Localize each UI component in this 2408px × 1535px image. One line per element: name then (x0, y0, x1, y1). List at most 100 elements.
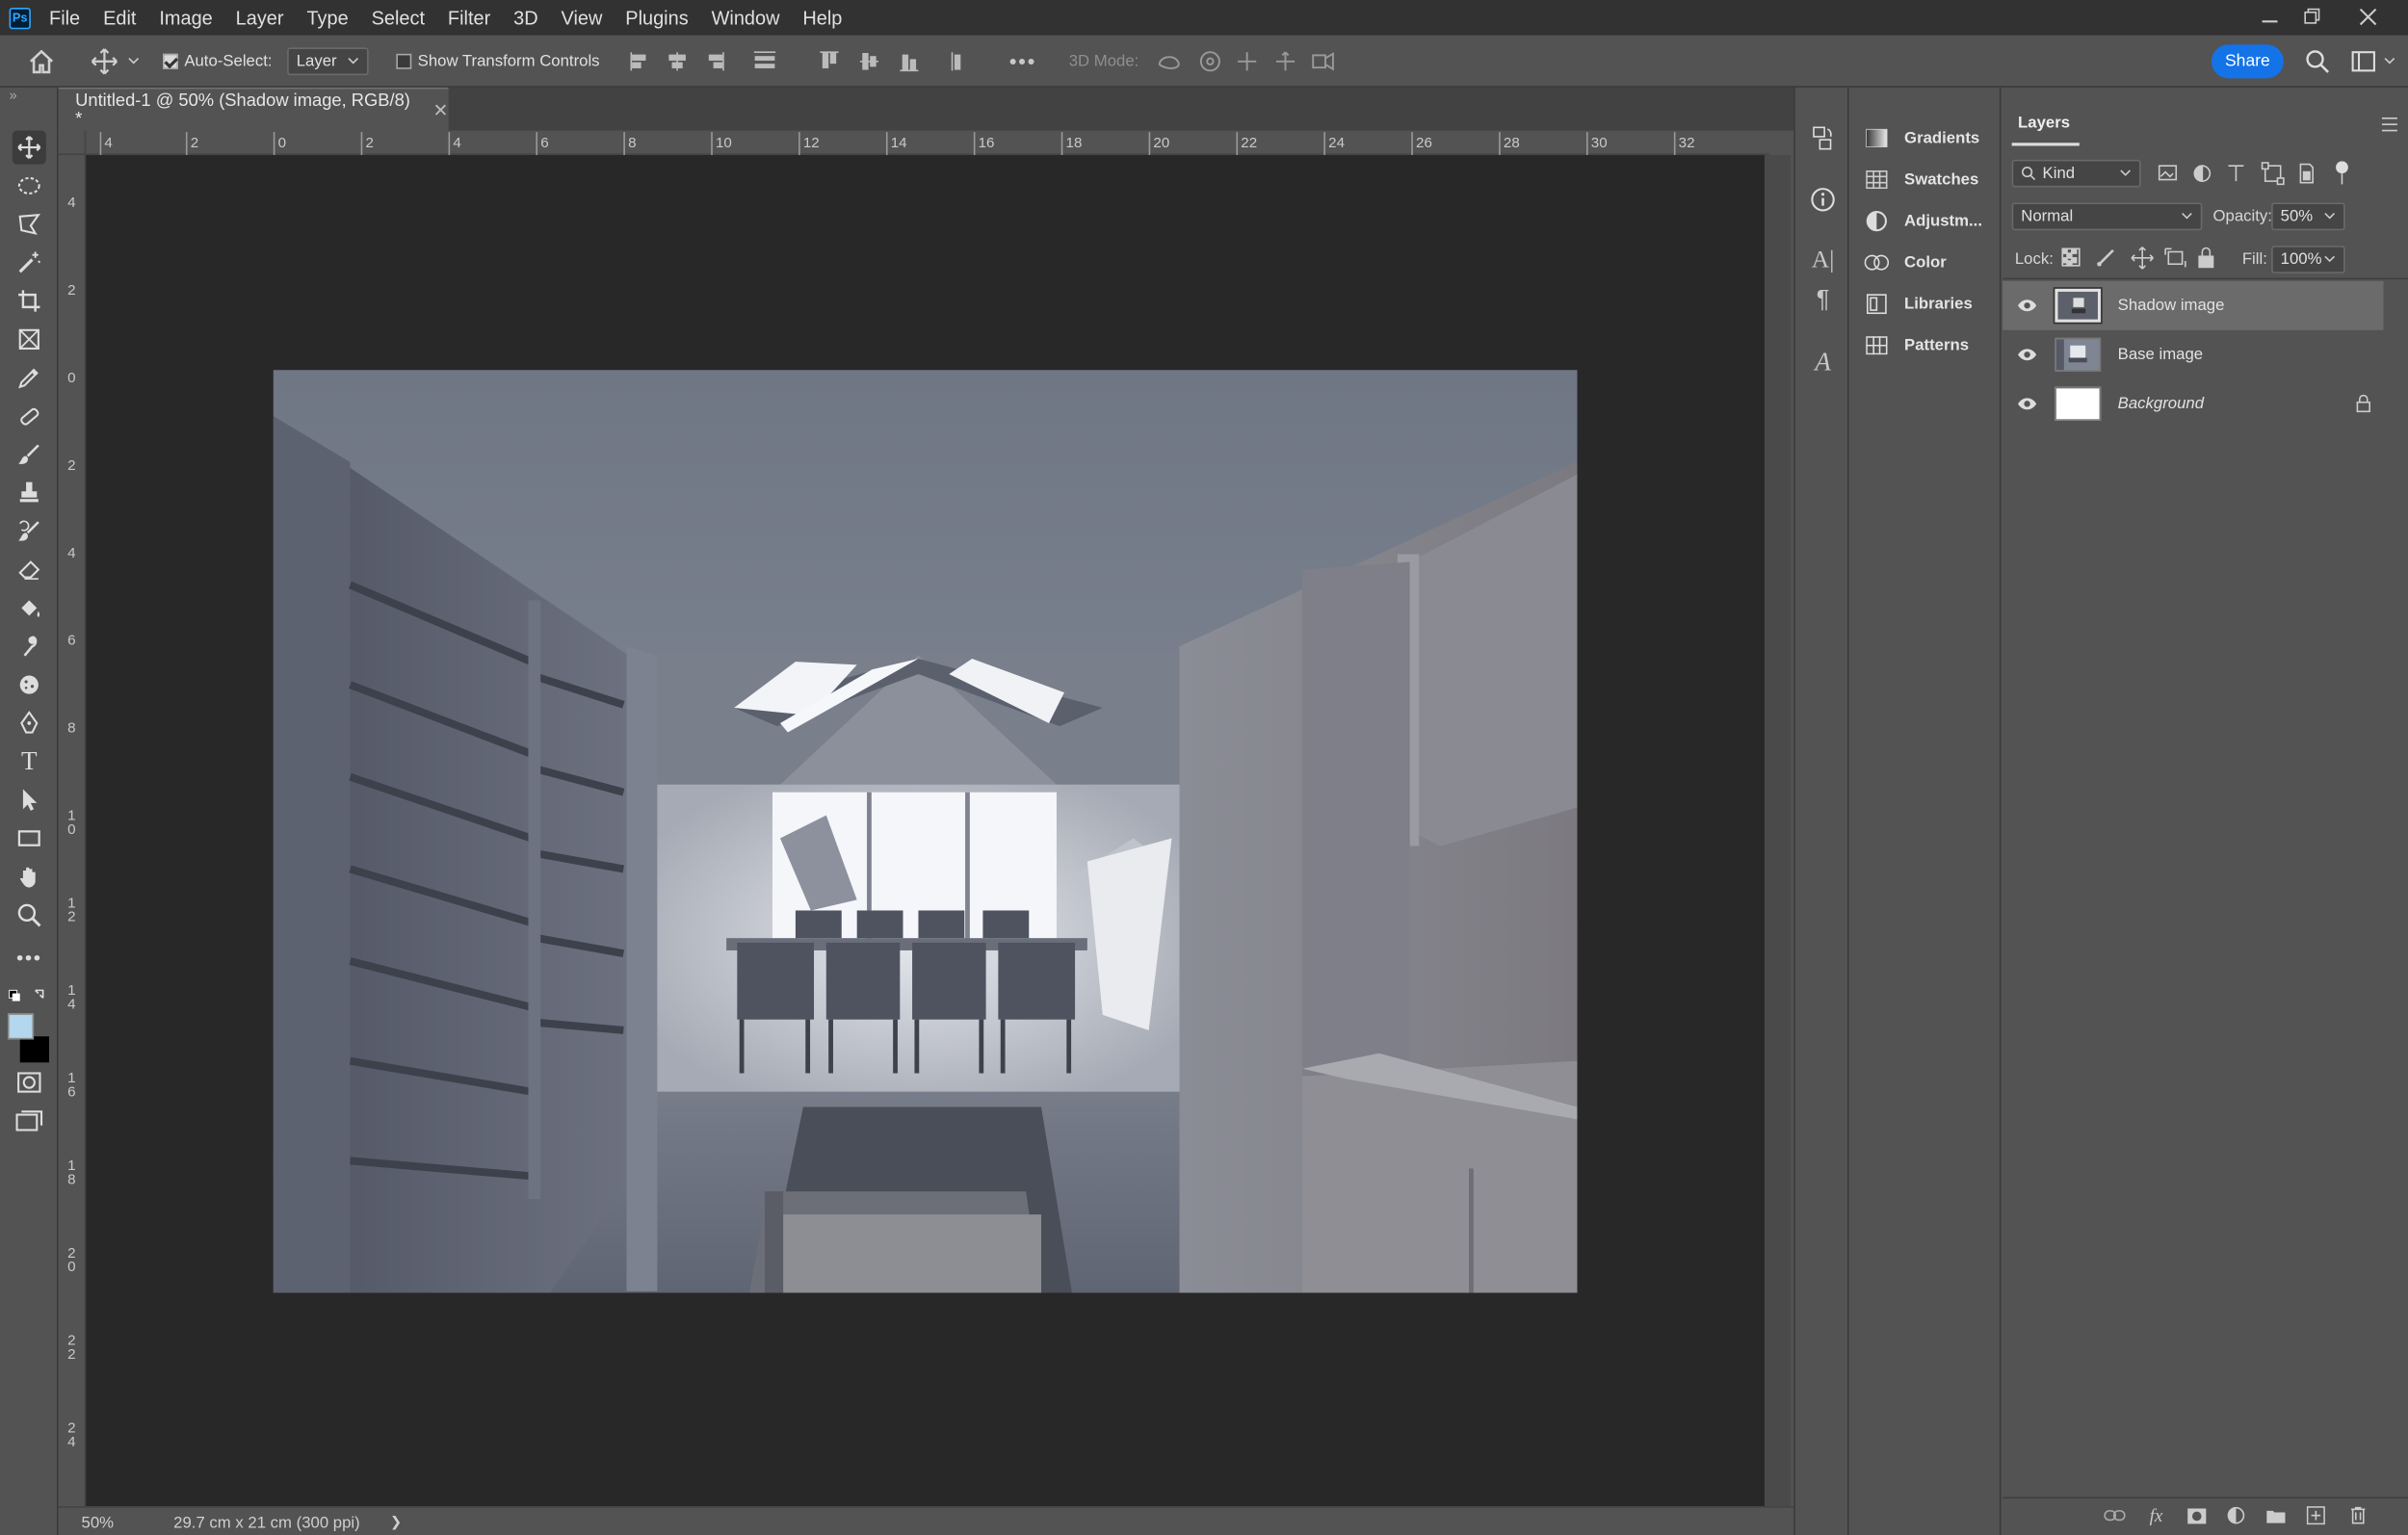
menu-file[interactable]: File (49, 7, 80, 28)
workspace-switcher[interactable] (2345, 46, 2400, 77)
pen-tool[interactable] (13, 706, 46, 740)
layer-row-background[interactable]: Background (2002, 379, 2383, 429)
swatches-panel-button[interactable]: Swatches (1865, 163, 2000, 196)
close-window-button[interactable] (2341, 0, 2395, 34)
healing-brush-tool[interactable] (13, 400, 46, 433)
vertical-ruler[interactable]: 4 2 0 2 4 6 8 1 0 1 2 1 4 1 6 1 8 2 0 2 2 2 4 (58, 155, 87, 1507)
menu-type[interactable]: Type (306, 7, 348, 28)
type-tool[interactable]: T (13, 744, 46, 778)
auto-select-checkbox[interactable] (163, 53, 178, 69)
rectangle-tool[interactable] (13, 821, 46, 855)
marquee-tool[interactable] (13, 169, 46, 202)
menu-plugins[interactable]: Plugins (625, 7, 688, 28)
hand-tool[interactable] (13, 860, 46, 894)
share-button[interactable]: Share (2211, 44, 2284, 79)
collapse-toolbar-icon[interactable]: » (10, 88, 17, 103)
menu-help[interactable]: Help (802, 7, 842, 28)
panel-icon-column: A| ¶ A (1793, 87, 1849, 1535)
show-transform-checkbox[interactable] (396, 53, 412, 69)
status-menu-arrow[interactable]: ❯ (390, 1514, 402, 1531)
home-button[interactable] (23, 44, 60, 78)
frame-tool[interactable] (13, 323, 46, 356)
close-tab-icon[interactable]: ✕ (433, 99, 449, 120)
default-colors-swap[interactable] (8, 987, 51, 1008)
visibility-eye-icon[interactable] (2008, 347, 2045, 362)
brush-tool[interactable] (13, 437, 46, 471)
foreground-color-swatch[interactable] (7, 1013, 35, 1040)
path-selection-tool[interactable] (13, 783, 46, 817)
paragraph-panel-button[interactable]: ¶ (1806, 284, 1840, 318)
visibility-eye-icon[interactable] (2008, 298, 2045, 313)
restore-button[interactable] (2285, 0, 2340, 34)
magic-wand-tool[interactable] (13, 246, 46, 279)
new-group-button[interactable] (2261, 1501, 2291, 1529)
history-panel-button[interactable] (1806, 121, 1840, 155)
libraries-panel-button[interactable]: Libraries (1865, 287, 2000, 321)
eraser-tool[interactable] (13, 553, 46, 586)
show-transform-toggle[interactable]: Show Transform Controls (396, 52, 600, 70)
adjustment-layer-button[interactable] (2221, 1501, 2252, 1529)
clone-stamp-tool[interactable] (13, 476, 46, 509)
search-button[interactable] (2300, 46, 2334, 77)
layer-row-shadow-image[interactable]: Shadow image (2002, 280, 2384, 330)
horizontal-ruler[interactable]: 4 2 0 2 4 6 8 10 12 14 16 18 20 22 24 26 28 30 32 (58, 130, 1769, 156)
eyedropper-tool[interactable] (13, 361, 46, 395)
chevron-down-icon[interactable] (126, 54, 142, 69)
link-layers-button[interactable] (2100, 1501, 2131, 1529)
fill-field[interactable]: 100% (2271, 246, 2345, 273)
glyphs-panel-button[interactable]: A (1806, 346, 1840, 379)
menu-3d[interactable]: 3D (513, 7, 537, 28)
layer-row-base-image[interactable]: Base image (2002, 330, 2383, 379)
opacity-field[interactable]: 50% (2271, 202, 2345, 231)
blend-mode-dropdown[interactable]: Normal (2011, 202, 2203, 231)
character-panel-button[interactable]: A| (1806, 245, 1840, 278)
patterns-panel-button[interactable]: Patterns (1865, 328, 2000, 362)
layers-tab[interactable]: Layers (2011, 106, 2080, 146)
color-panel-button[interactable]: Color (1864, 246, 2000, 279)
visibility-eye-icon[interactable] (2008, 396, 2045, 411)
document-canvas-image[interactable] (273, 370, 1578, 1293)
vertical-scrollbar[interactable] (1764, 155, 1792, 1507)
document-tab[interactable]: Untitled-1 @ 50% (Shadow image, RGB/8) *… (58, 87, 449, 131)
history-brush-tool[interactable] (13, 514, 46, 548)
screen-mode-button[interactable] (13, 1104, 46, 1137)
edit-toolbar-button[interactable]: ••• (13, 940, 46, 974)
panel-menu-icon[interactable] (2380, 117, 2398, 132)
layer-filter-icons[interactable] (2157, 161, 2356, 186)
info-panel-button[interactable] (1806, 183, 1840, 217)
lasso-tool[interactable] (13, 207, 46, 241)
background-color-swatch[interactable] (19, 1036, 50, 1063)
blur-tool[interactable] (13, 630, 46, 663)
zoom-level[interactable]: 50% (82, 1514, 115, 1532)
ruler-origin[interactable] (58, 130, 87, 156)
distribute-icons-group[interactable] (817, 49, 970, 74)
menu-image[interactable]: Image (159, 7, 212, 28)
delete-layer-button[interactable] (2342, 1501, 2372, 1529)
menu-window[interactable]: Window (712, 7, 780, 28)
adjustments-panel-button[interactable]: Adjustm... (1865, 204, 2000, 238)
auto-select-dropdown[interactable]: Layer (287, 47, 369, 76)
move-tool[interactable] (12, 130, 46, 165)
auto-select-toggle[interactable]: Auto-Select: (163, 52, 273, 70)
new-layer-button[interactable] (2300, 1501, 2331, 1529)
zoom-tool[interactable] (13, 898, 46, 932)
menu-edit[interactable]: Edit (103, 7, 136, 28)
menu-view[interactable]: View (562, 7, 603, 28)
menu-layer[interactable]: Layer (236, 7, 284, 28)
paint-bucket-tool[interactable] (13, 591, 46, 625)
quick-mask-button[interactable] (13, 1066, 46, 1100)
more-options-icon[interactable]: ••• (1006, 49, 1039, 74)
3d-mode-icons[interactable] (1155, 49, 1346, 74)
menu-filter[interactable]: Filter (448, 7, 490, 28)
status-bar: 50% 29.7 cm x 21 cm (300 ppi) ❯ (58, 1506, 1794, 1535)
move-tool-preset[interactable] (86, 44, 122, 78)
lock-options-icons[interactable] (2061, 246, 2214, 271)
gradients-panel-button[interactable]: Gradients (1865, 121, 2000, 155)
menu-select[interactable]: Select (372, 7, 425, 28)
layer-style-button[interactable]: fx (2141, 1501, 2172, 1529)
align-icons-group[interactable] (625, 49, 794, 74)
crop-tool[interactable] (13, 284, 46, 318)
dodge-tool[interactable] (13, 668, 46, 702)
add-mask-button[interactable] (2181, 1501, 2212, 1529)
layer-filter-dropdown[interactable]: Kind (2011, 159, 2141, 188)
